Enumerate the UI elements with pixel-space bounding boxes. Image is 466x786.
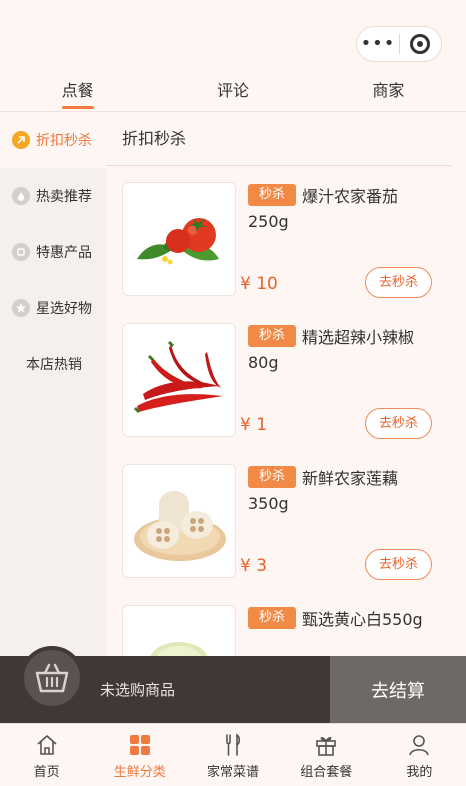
product-list: 秒杀 爆汁农家番茄250g ¥ 10 去秒杀 秒杀 精选超辣小辣椒80g ¥ 1… <box>106 166 466 657</box>
flash-sale-icon <box>12 131 30 149</box>
nav-label: 生鲜分类 <box>113 765 166 780</box>
product-card[interactable]: 秒杀 爆汁农家番茄250g ¥ 10 去秒杀 <box>106 182 466 323</box>
nav-label: 组合套餐 <box>300 765 353 780</box>
product-card[interactable]: 秒杀 甄选黄心白550g <box>106 605 466 657</box>
cart-basket-button[interactable] <box>20 646 84 710</box>
nav-item-recipes[interactable]: 家常菜谱 <box>186 724 279 786</box>
tab-order[interactable]: 点餐 <box>0 74 155 111</box>
sidebar-item-hot-picks[interactable]: 热卖推荐 <box>0 168 106 224</box>
product-name: 新鲜农家莲藕350g <box>248 469 399 513</box>
nav-item-home[interactable]: 首页 <box>0 724 93 786</box>
nav-item-fresh-categories[interactable]: 生鲜分类 <box>93 724 186 786</box>
sidebar-item-flash-sale[interactable]: 折扣秒杀 <box>0 112 106 168</box>
nav-item-combo-packages[interactable]: 组合套餐 <box>280 724 373 786</box>
sidebar-item-label: 特惠产品 <box>36 245 92 261</box>
utensils-icon <box>221 732 245 758</box>
product-list-panel: 折扣秒杀 秒杀 爆汁农家番茄250g ¥ 10 去秒杀 秒杀 精选超辣小辣椒80… <box>106 112 466 657</box>
user-icon <box>407 732 431 758</box>
sidebar-item-label: 热卖推荐 <box>36 189 92 205</box>
close-target-icon[interactable] <box>400 34 441 54</box>
go-flash-sale-button[interactable]: 去秒杀 <box>365 267 432 298</box>
sidebar-item-label: 本店热销 <box>26 357 82 373</box>
nav-item-profile[interactable]: 我的 <box>373 724 466 786</box>
basket-icon <box>35 663 69 693</box>
category-title: 折扣秒杀 <box>106 112 452 166</box>
store-tabs: 点餐 评论 商家 <box>0 74 466 112</box>
product-name: 精选超辣小辣椒80g <box>248 328 415 372</box>
tab-merchant[interactable]: 商家 <box>311 74 466 111</box>
product-price: ¥ 1 <box>240 415 268 435</box>
nav-label: 首页 <box>33 765 60 780</box>
star-icon <box>12 299 30 317</box>
sidebar-item-special-offers[interactable]: 特惠产品 <box>0 224 106 280</box>
go-flash-sale-button[interactable]: 去秒杀 <box>365 549 432 580</box>
gift-icon <box>314 732 338 758</box>
tag-icon <box>12 243 30 261</box>
product-image-tomato <box>122 182 236 296</box>
checkout-button[interactable]: 去结算 <box>330 656 466 723</box>
product-image-chili <box>122 323 236 437</box>
home-icon <box>35 732 59 758</box>
checkout-label: 去结算 <box>371 680 425 702</box>
product-price: ¥ 10 <box>240 274 278 294</box>
sidebar-item-label: 折扣秒杀 <box>36 133 92 149</box>
sidebar-item-store-bestsellers[interactable]: 本店热销 <box>0 336 106 392</box>
product-name: 甄选黄心白550g <box>302 610 423 629</box>
product-name: 爆汁农家番茄250g <box>248 187 399 231</box>
flame-icon <box>12 187 30 205</box>
nav-label: 家常菜谱 <box>207 765 260 780</box>
sidebar-item-star-picks[interactable]: 星选好物 <box>0 280 106 336</box>
nav-label: 我的 <box>406 765 433 780</box>
more-menu-icon[interactable]: ••• <box>357 26 399 62</box>
product-card[interactable]: 秒杀 精选超辣小辣椒80g ¥ 1 去秒杀 <box>106 323 466 464</box>
bottom-nav: 首页 生鲜分类 家常菜谱 组合套餐 我的 <box>0 723 466 786</box>
product-image-lotus-root <box>122 464 236 578</box>
go-flash-sale-button[interactable]: 去秒杀 <box>365 408 432 439</box>
grid-icon <box>128 732 152 758</box>
mini-program-capsule: ••• <box>356 26 442 62</box>
product-image-cabbage <box>122 605 236 657</box>
tab-reviews[interactable]: 评论 <box>155 74 310 111</box>
category-sidebar: 折扣秒杀 热卖推荐 特惠产品 星选好物 本店热销 <box>0 112 106 657</box>
cart-status-text: 未选购商品 <box>100 681 176 699</box>
sidebar-item-label: 星选好物 <box>36 301 92 317</box>
top-bar: ••• <box>0 0 466 74</box>
product-price: ¥ 3 <box>240 556 268 576</box>
product-card[interactable]: 秒杀 新鲜农家莲藕350g ¥ 3 去秒杀 <box>106 464 466 605</box>
